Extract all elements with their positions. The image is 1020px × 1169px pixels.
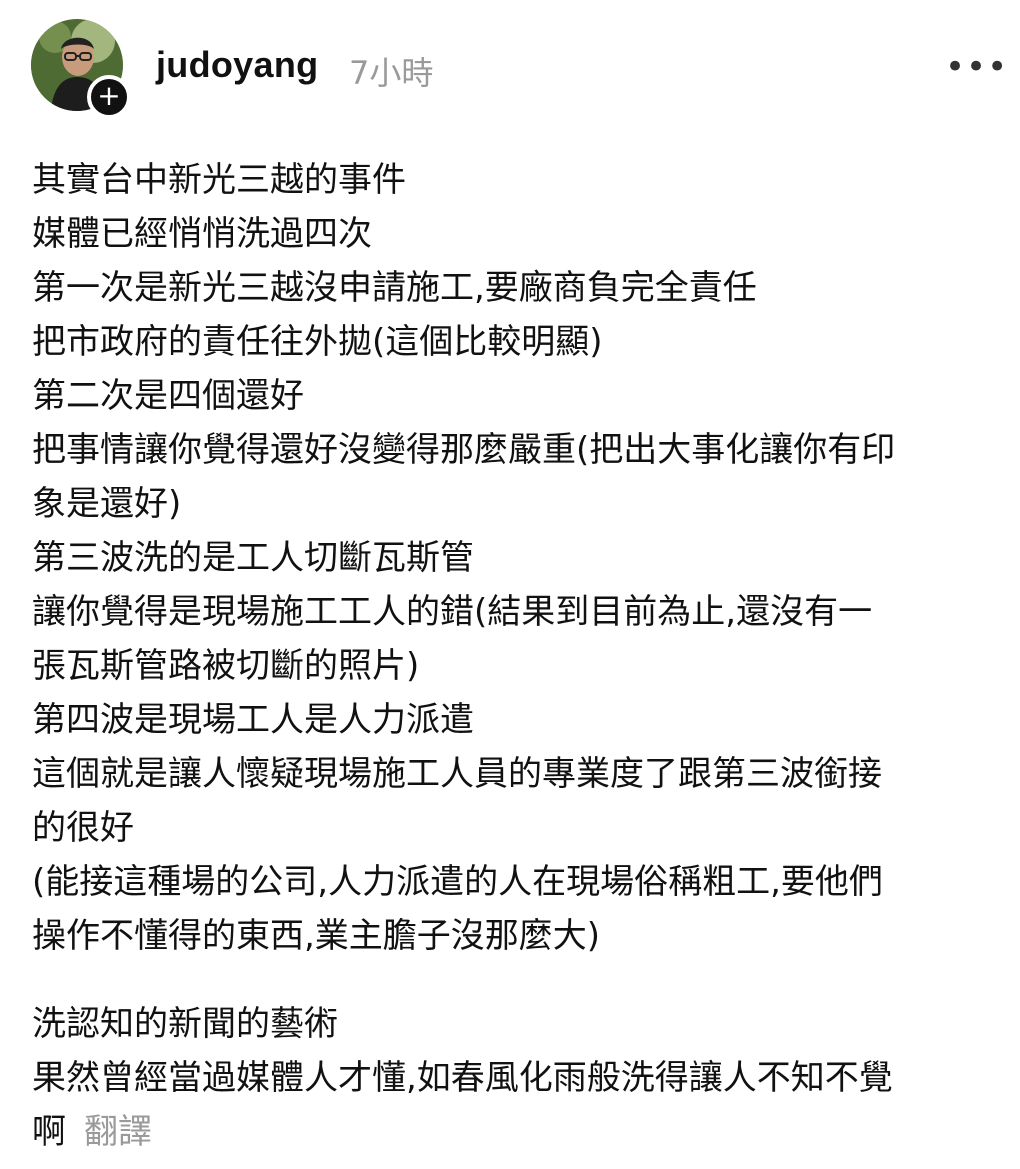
post-header: + judoyang 7小時 ••• (0, 0, 1020, 130)
post-timestamp: 7小時 (349, 54, 434, 92)
translate-link[interactable]: 翻譯 (84, 1112, 152, 1152)
follow-plus-icon[interactable]: + (87, 75, 131, 119)
post-paragraph-2-text: 洗認知的新聞的藝術 果然曾經當過媒體人才懂,如春風化雨般洗得讓人不知不覺 啊 (32, 1004, 893, 1152)
username[interactable]: judoyang (156, 44, 318, 86)
post-paragraph-1: 其實台中新光三越的事件 媒體已經悄悄洗過四次 第一次是新光三越沒申請施工,要廠商… (32, 160, 896, 956)
post-paragraph-2: 洗認知的新聞的藝術 果然曾經當過媒體人才懂,如春風化雨般洗得讓人不知不覺 啊翻譯 (32, 997, 992, 1159)
more-icon[interactable]: ••• (945, 50, 1007, 84)
post-body: 其實台中新光三越的事件 媒體已經悄悄洗過四次 第一次是新光三越沒申請施工,要廠商… (32, 153, 992, 1159)
avatar-container[interactable]: + (31, 19, 131, 119)
